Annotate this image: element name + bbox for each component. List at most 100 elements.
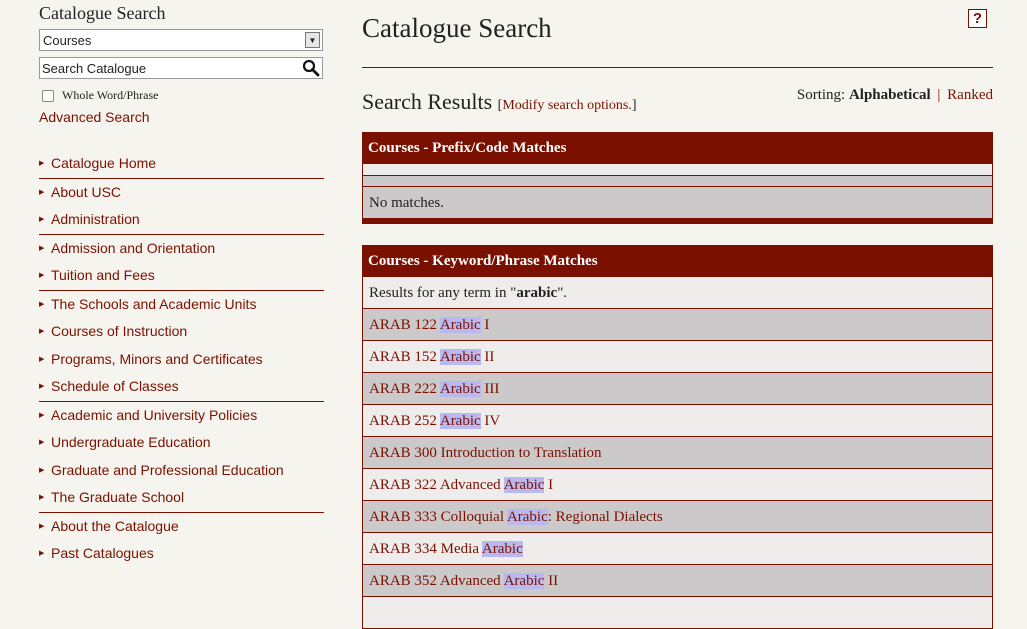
- course-result-row[interactable]: ARAB 322 Advanced Arabic I: [362, 469, 993, 501]
- course-code: ARAB 352 Advanced: [369, 573, 504, 589]
- sidebar-item-label: Past Catalogues: [51, 545, 154, 561]
- sorting-separator: |: [937, 87, 941, 103]
- course-result-row[interactable]: ARAB 222 Arabic III: [362, 373, 993, 405]
- results-heading: Search Results [Modify search options.]: [362, 89, 636, 115]
- no-matches-row: No matches.: [362, 187, 993, 219]
- bullet-arrow-icon: ▶: [39, 550, 45, 557]
- sidebar-item-label: Graduate and Professional Education: [51, 461, 284, 478]
- sidebar: Catalogue Search Courses ▼ Whole Word/Ph…: [0, 0, 340, 606]
- course-title-rest: : Regional Dialects: [547, 509, 663, 525]
- sidebar-item-policies[interactable]: ▶ Academic and University Policies: [39, 400, 324, 430]
- bullet-arrow-icon: ▶: [39, 355, 45, 363]
- search-field[interactable]: [39, 57, 323, 79]
- course-title-rest: I: [480, 317, 490, 333]
- whole-word-option[interactable]: Whole Word/Phrase: [42, 88, 158, 103]
- page-title: Catalogue Search: [362, 13, 552, 43]
- prefix-matches-table: Courses - Prefix/Code Matches No matches…: [362, 132, 993, 224]
- chevron-down-icon[interactable]: ▼: [305, 32, 320, 48]
- sorting-label: Sorting:: [796, 87, 846, 103]
- sidebar-title: Catalogue Search: [39, 3, 166, 23]
- sidebar-item-label: Programs, Minors and Certificates: [51, 350, 263, 367]
- prefix-matches-header: Courses - Prefix/Code Matches: [362, 132, 993, 164]
- course-result-row[interactable]: ARAB 152 Arabic II: [362, 341, 993, 373]
- bullet-arrow-icon: ▶: [39, 328, 45, 335]
- sidebar-item-label: The Schools and Academic Units: [51, 295, 257, 312]
- course-code: ARAB 222: [369, 381, 440, 397]
- sidebar-item-catalogue-home[interactable]: ▶ Catalogue Home: [39, 150, 324, 178]
- sidebar-item-schedule[interactable]: ▶ Schedule of Classes: [39, 373, 324, 401]
- bullet-arrow-icon: ▶: [39, 160, 45, 167]
- sidebar-item-label: Schedule of Classes: [51, 378, 179, 394]
- course-code: ARAB 334 Media: [369, 541, 482, 557]
- catalogue-type-select[interactable]: Courses ▼: [39, 29, 323, 51]
- sidebar-item-label: About USC: [51, 183, 122, 200]
- search-term: arabic: [516, 285, 558, 301]
- course-result-row[interactable]: ARAB 252 Arabic IV: [362, 405, 993, 437]
- term-highlight: Arabic: [481, 541, 523, 557]
- sidebar-item-courses[interactable]: ▶ Courses of Instruction: [39, 318, 324, 346]
- term-highlight: Arabic: [439, 317, 481, 333]
- bullet-arrow-icon: ▶: [39, 411, 45, 419]
- term-highlight: Arabic: [506, 509, 548, 525]
- bullet-arrow-icon: ▶: [39, 439, 45, 446]
- bullet-arrow-icon: ▶: [39, 522, 45, 530]
- sidebar-item-programs[interactable]: ▶ Programs, Minors and Certificates: [39, 346, 324, 374]
- sidebar-item-past-catalogues[interactable]: ▶ Past Catalogues: [39, 540, 324, 568]
- course-result-row[interactable]: [362, 597, 993, 629]
- sorting-alphabetical: Alphabetical: [848, 87, 931, 103]
- table-row-empty: [362, 176, 993, 187]
- sidebar-item-label: Administration: [51, 211, 140, 227]
- keyword-matches-header: Courses - Keyword/Phrase Matches: [362, 245, 993, 277]
- course-result-row[interactable]: ARAB 333 Colloquial Arabic: Regional Dia…: [362, 501, 993, 533]
- modify-search-link[interactable]: Modify search options.: [502, 98, 631, 113]
- select-value: Courses: [43, 33, 92, 48]
- sidebar-item-label: The Graduate School: [51, 489, 185, 505]
- search-icon[interactable]: [302, 59, 320, 77]
- course-code: ARAB 152: [369, 349, 440, 365]
- results-description-row: Results for any term in "arabic".: [362, 277, 993, 309]
- sidebar-item-label: Admission and Orientation: [51, 239, 216, 256]
- title-divider: [362, 67, 993, 68]
- sidebar-item-about-usc[interactable]: ▶ About USC: [39, 177, 324, 207]
- bullet-arrow-icon: ▶: [39, 188, 45, 196]
- advanced-search-link[interactable]: Advanced Search: [39, 109, 150, 125]
- course-result-row[interactable]: ARAB 300 Introduction to Translation: [362, 437, 993, 469]
- sidebar-item-about-catalogue[interactable]: ▶ About the Catalogue: [39, 511, 324, 541]
- term-highlight: Arabic: [503, 477, 545, 493]
- sidebar-item-admission[interactable]: ▶ Admission and Orientation: [39, 233, 324, 263]
- sidebar-item-label: Undergraduate Education: [51, 434, 211, 450]
- course-result-row[interactable]: ARAB 352 Advanced Arabic II: [362, 565, 993, 597]
- course-code: ARAB 300 Introduction to Translation: [369, 445, 602, 461]
- sidebar-item-label: Catalogue Home: [51, 155, 157, 171]
- bullet-arrow-icon: ▶: [39, 244, 45, 252]
- course-title-rest: III: [480, 381, 500, 397]
- sorting-controls: Sorting: Alphabetical | Ranked: [797, 87, 993, 104]
- sidebar-item-undergraduate[interactable]: ▶ Undergraduate Education: [39, 429, 324, 457]
- course-code: ARAB 333 Colloquial: [369, 509, 507, 525]
- table-footer-bar: [362, 219, 993, 224]
- modify-search: [Modify search options.]: [498, 98, 637, 113]
- course-code: ARAB 322 Advanced: [369, 477, 504, 493]
- course-title-rest: II: [480, 349, 495, 365]
- term-highlight: Arabic: [439, 349, 481, 365]
- sidebar-item-graduate-professional[interactable]: ▶ Graduate and Professional Education: [39, 457, 324, 485]
- sidebar-item-label: Academic and University Policies: [51, 406, 258, 423]
- course-result-row[interactable]: ARAB 334 Media Arabic: [362, 533, 993, 565]
- bullet-arrow-icon: ▶: [39, 383, 45, 390]
- sidebar-item-tuition[interactable]: ▶ Tuition and Fees: [39, 262, 324, 290]
- keyword-matches-table: Courses - Keyword/Phrase Matches Results…: [362, 245, 993, 629]
- whole-word-checkbox[interactable]: [42, 89, 54, 102]
- search-input[interactable]: [42, 60, 292, 76]
- sidebar-item-schools[interactable]: ▶ The Schools and Academic Units: [39, 289, 324, 319]
- course-title-rest: II: [544, 573, 559, 589]
- sidebar-nav: ▶ Catalogue Home ▶ About USC ▶ Administrati…: [39, 150, 324, 568]
- sidebar-item-administration[interactable]: ▶ Administration: [39, 206, 324, 234]
- sidebar-item-label: Courses of Instruction: [51, 323, 188, 339]
- whole-word-label: Whole Word/Phrase: [62, 88, 159, 102]
- sorting-ranked-link[interactable]: Ranked: [947, 87, 993, 103]
- results-suffix: ".: [557, 285, 568, 301]
- sidebar-item-graduate-school[interactable]: ▶ The Graduate School: [39, 484, 324, 512]
- course-result-row[interactable]: ARAB 122 Arabic I: [362, 309, 993, 341]
- term-highlight: Arabic: [439, 413, 481, 429]
- help-button[interactable]: ?: [968, 9, 987, 28]
